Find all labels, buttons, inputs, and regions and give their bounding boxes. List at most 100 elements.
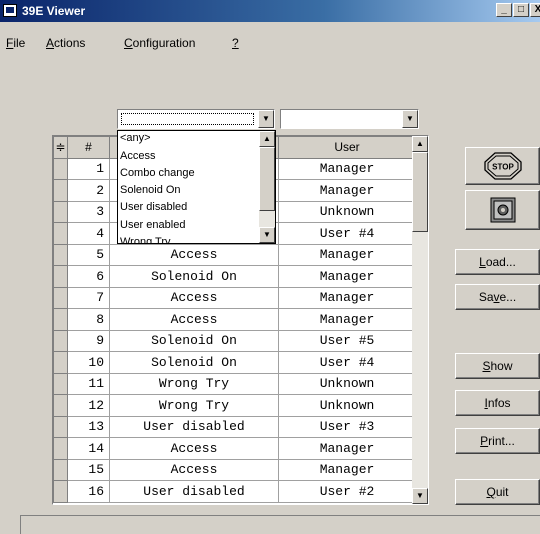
user-cell[interactable]: Manager [278,179,416,202]
scroll-up-icon[interactable]: ▲ [412,136,428,152]
row-selector[interactable] [53,394,68,417]
print-button[interactable]: Print... [455,428,540,454]
table-row[interactable]: 13 User disabled User #3 [53,415,416,438]
user-cell[interactable]: Unknown [278,394,416,417]
user-cell[interactable]: Manager [278,265,416,288]
dropdown-option[interactable]: User disabled [120,201,187,214]
show-button[interactable]: Show [455,353,540,379]
dropdown-option[interactable]: Solenoid On [120,184,181,197]
row-selector[interactable] [53,286,68,309]
row-number-cell[interactable]: 8 [67,308,110,331]
user-filter-combo[interactable]: ▼ [280,109,419,129]
row-selector[interactable] [53,351,68,374]
scroll-down-icon[interactable]: ▼ [259,227,275,243]
load-button[interactable]: Load... [455,249,540,275]
stop-button[interactable]: STOP [465,147,540,185]
scroll-thumb[interactable] [412,152,428,232]
event-cell[interactable]: Solenoid On [109,265,279,288]
event-cell[interactable]: User disabled [109,415,279,438]
event-cell[interactable]: Solenoid On [109,351,279,374]
row-number-cell[interactable]: 15 [67,458,110,481]
dropdown-option[interactable]: <any> [120,132,151,145]
quit-button[interactable]: Quit [455,479,540,505]
row-number-cell[interactable]: 16 [67,480,110,503]
dropdown-option[interactable]: User enabled [120,219,185,232]
column-header-user[interactable]: User [278,136,416,159]
row-selector[interactable] [53,243,68,266]
row-selector[interactable] [53,179,68,202]
row-number-cell[interactable]: 7 [67,286,110,309]
user-cell[interactable]: Manager [278,286,416,309]
chevron-down-icon[interactable]: ▼ [258,110,274,128]
row-selector[interactable] [53,480,68,503]
table-row[interactable]: 8 Access Manager [53,308,416,331]
row-number-cell[interactable]: 10 [67,351,110,374]
table-row[interactable]: 12 Wrong Try Unknown [53,394,416,417]
sort-icon[interactable]: ≑ [53,136,68,159]
row-number-cell[interactable]: 12 [67,394,110,417]
save-button[interactable]: Save... [455,284,540,310]
row-selector[interactable] [53,200,68,223]
row-number-cell[interactable]: 14 [67,437,110,460]
user-cell[interactable]: User #4 [278,222,416,245]
row-selector[interactable] [53,458,68,481]
row-selector[interactable] [53,437,68,460]
scroll-up-icon[interactable]: ▲ [259,131,275,147]
dropdown-option[interactable]: Combo change [120,167,195,180]
table-row[interactable]: 16 User disabled User #2 [53,480,416,503]
maximize-button[interactable]: □ [513,3,529,17]
minimize-button[interactable]: _ [496,3,512,17]
event-cell[interactable]: Wrong Try [109,372,279,395]
row-selector[interactable] [53,415,68,438]
chevron-down-icon[interactable]: ▼ [402,110,418,128]
user-cell[interactable]: Unknown [278,372,416,395]
event-cell[interactable]: Access [109,286,279,309]
table-row[interactable]: 5 Access Manager [53,243,416,266]
row-number-cell[interactable]: 5 [67,243,110,266]
row-number-cell[interactable]: 4 [67,222,110,245]
menu-file[interactable]: File [6,36,25,50]
event-cell[interactable]: User disabled [109,480,279,503]
user-cell[interactable]: Manager [278,437,416,460]
row-selector[interactable] [53,308,68,331]
user-cell[interactable]: Unknown [278,200,416,223]
user-cell[interactable]: User #3 [278,415,416,438]
row-selector[interactable] [53,265,68,288]
event-filter-combo[interactable]: ▼ [117,109,275,129]
row-number-cell[interactable]: 1 [67,157,110,180]
user-cell[interactable]: Manager [278,243,416,266]
event-cell[interactable]: Access [109,437,279,460]
table-row[interactable]: 10 Solenoid On User #4 [53,351,416,374]
row-number-cell[interactable]: 13 [67,415,110,438]
user-cell[interactable]: User #5 [278,329,416,352]
scroll-down-icon[interactable]: ▼ [412,488,428,504]
row-number-cell[interactable]: 6 [67,265,110,288]
safe-button[interactable] [465,190,540,230]
user-cell[interactable]: User #2 [278,480,416,503]
event-cell[interactable]: Solenoid On [109,329,279,352]
dropdown-option[interactable]: Wrong Try [120,236,171,243]
table-row[interactable]: 7 Access Manager [53,286,416,309]
event-filter-dropdown-list[interactable]: <any> Access Combo change Solenoid On Us… [117,130,276,244]
row-number-cell[interactable]: 2 [67,179,110,202]
menu-help[interactable]: ? [232,36,239,50]
grid-vertical-scrollbar[interactable]: ▲ ▼ [412,136,428,504]
row-selector[interactable] [53,329,68,352]
column-header-number[interactable]: # [67,136,110,159]
row-number-cell[interactable]: 11 [67,372,110,395]
table-row[interactable]: 6 Solenoid On Manager [53,265,416,288]
row-number-cell[interactable]: 9 [67,329,110,352]
row-number-cell[interactable]: 3 [67,200,110,223]
user-cell[interactable]: Manager [278,308,416,331]
row-selector[interactable] [53,372,68,395]
event-cell[interactable]: Wrong Try [109,394,279,417]
dropdown-option[interactable]: Access [120,150,155,163]
menu-configuration[interactable]: Configuration [124,36,195,50]
row-selector[interactable] [53,222,68,245]
event-cell[interactable]: Access [109,308,279,331]
event-cell[interactable]: Access [109,243,279,266]
row-selector[interactable] [53,157,68,180]
table-row[interactable]: 9 Solenoid On User #5 [53,329,416,352]
event-cell[interactable]: Access [109,458,279,481]
user-cell[interactable]: Manager [278,458,416,481]
